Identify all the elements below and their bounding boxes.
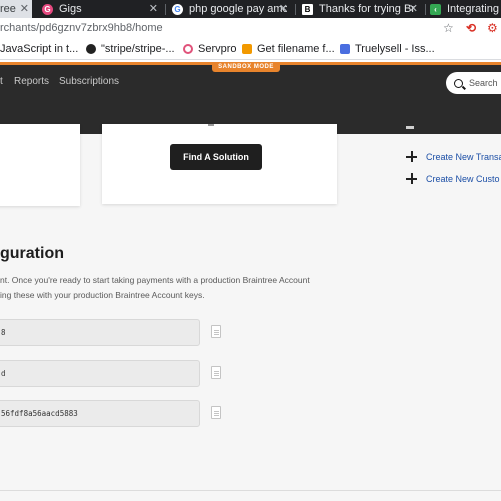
card-left [0,124,80,206]
search-box[interactable]: Search [446,72,501,94]
star-icon[interactable]: ☆ [443,21,454,35]
create-transaction-link[interactable]: Create New Transa [406,151,501,162]
tab-integrating[interactable]: ‹ Integrating [426,0,501,18]
tab-thanks-braintree[interactable]: B Thanks for trying Br ✕ [296,0,424,18]
tab-label: Integrating [447,3,499,15]
address-bar: rchants/pd6gznv7zbrx9hb8/home ☆ ⟲ ⚙ [0,18,501,40]
bookmark-truelysell[interactable]: Truelysell - Iss... [340,43,435,55]
search-icon [454,78,463,88]
url-field[interactable]: rchants/pd6gznv7zbrx9hb8/home [0,22,163,34]
copy-icon[interactable] [211,366,221,379]
browser-tab-strip: ree ✕ G Gigs ✕ G php google pay amo ✕ B … [0,0,501,18]
bookmark-label: Get filename f... [257,43,335,55]
copy-icon[interactable] [211,406,221,419]
docs-icon [340,44,350,54]
bookmark-get-filename[interactable]: Get filename f... [242,43,335,55]
nav-item-subscriptions[interactable]: Subscriptions [59,76,119,87]
extension-settings-icon[interactable]: ⚙ [487,21,498,35]
tab-gigs[interactable]: G Gigs ✕ [36,0,164,18]
tab-google-pay[interactable]: G php google pay amo ✕ [166,0,294,18]
bookmark-javascript[interactable]: JavaScript in t... [0,43,78,55]
sandbox-badge: SANDBOX MODE [212,62,280,72]
divider-fragment [406,126,414,129]
servpro-icon [183,44,193,54]
action-label: Create New Custo [426,173,500,184]
private-key-field[interactable]: 56fdf8a56aacd5883 [0,400,200,427]
action-label: Create New Transa [426,151,501,162]
github-icon [86,44,96,54]
section-divider [0,490,501,491]
close-icon[interactable]: ✕ [20,2,29,15]
tab-label: php google pay amo [189,3,287,15]
bookmark-label: Truelysell - Iss... [355,43,435,55]
merchant-id-field[interactable]: 8 [0,319,200,346]
tab-label: Thanks for trying Br [319,3,415,15]
bookmark-label: Servpro [198,43,237,55]
description-line: nt. Once you're ready to start taking pa… [0,275,310,285]
code-icon: ‹ [430,3,441,15]
description-line: ing these with your production Braintree… [0,290,205,300]
find-solution-card: Find A Solution [102,124,337,204]
bookmark-stripe[interactable]: "stripe/stripe-... [86,43,175,55]
search-placeholder: Search [469,78,498,88]
plus-icon [406,151,417,162]
braintree-b-icon: B [302,3,313,15]
close-icon[interactable]: ✕ [149,2,158,15]
nav-item-partial[interactable]: t [0,76,3,87]
copy-icon[interactable] [211,325,221,338]
bookmark-servpro[interactable]: Servpro [183,43,237,55]
public-key-field[interactable]: d [0,360,200,387]
bookmarks-bar: JavaScript in t... "stripe/stripe-... Se… [0,40,501,60]
tab-label: Gigs [59,3,82,15]
create-customer-link[interactable]: Create New Custo [406,173,500,184]
screen: ree ✕ G Gigs ✕ G php google pay amo ✕ B … [0,0,501,501]
plus-icon [406,173,417,184]
close-icon[interactable]: ✕ [409,2,418,15]
gigs-icon: G [42,3,53,15]
card-text-fragment [208,124,214,126]
close-icon[interactable]: ✕ [279,2,288,15]
main-content: Find A Solution Create New Transa Create… [0,124,501,501]
nav-item-reports[interactable]: Reports [14,76,49,87]
bookmark-label: JavaScript in t... [0,43,79,55]
bookmark-label: "stripe/stripe-... [101,43,175,55]
extension-icon[interactable]: ⟲ [466,21,476,35]
tab-label: ree [0,3,16,15]
tab-braintree[interactable]: ree ✕ [0,0,32,18]
google-icon: G [172,3,183,15]
configuration-heading: guration [0,245,64,262]
find-solution-button[interactable]: Find A Solution [170,144,262,170]
bookmark-icon [242,44,252,54]
configuration-description: nt. Once you're ready to start taking pa… [0,273,340,303]
